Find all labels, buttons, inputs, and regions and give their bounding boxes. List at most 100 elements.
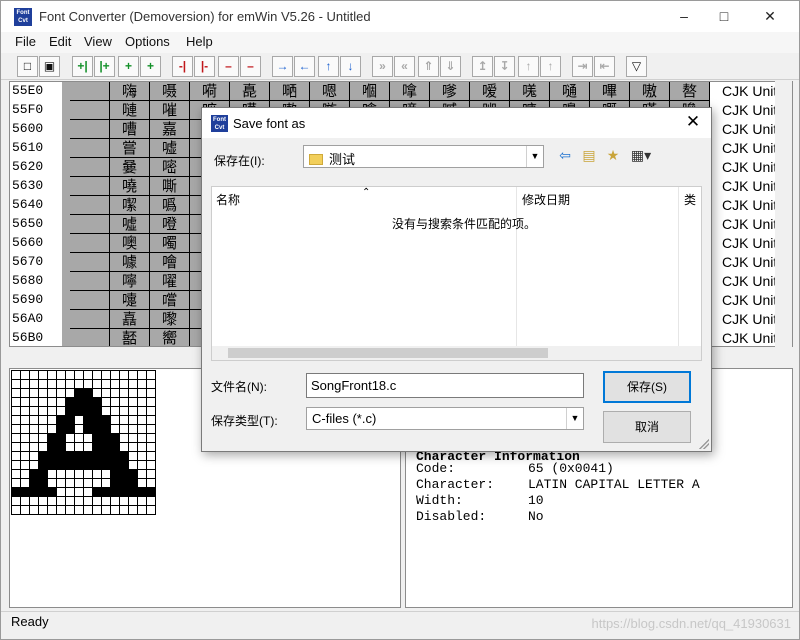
- glyph-cell[interactable]: 嘗: [110, 139, 150, 158]
- glyph-cell[interactable]: [70, 234, 110, 253]
- plus-top-icon[interactable]: +: [118, 56, 139, 77]
- glyph-cell[interactable]: 嘵: [110, 177, 150, 196]
- glyph-cell[interactable]: 嚞: [110, 310, 150, 329]
- new-folder-icon[interactable]: ★: [602, 144, 624, 166]
- glyph-cell[interactable]: 噢: [110, 234, 150, 253]
- align-bottom-icon[interactable]: ↧: [494, 56, 515, 77]
- save-in-combo[interactable]: 测试 ▼: [303, 145, 544, 168]
- move-down-icon[interactable]: ⇓: [440, 56, 461, 77]
- align-left-icon[interactable]: ⇤: [594, 56, 615, 77]
- glyph-cell[interactable]: [70, 272, 110, 291]
- filename-input[interactable]: [307, 374, 583, 397]
- glyph-cell[interactable]: 嚁: [150, 272, 190, 291]
- glyph-cell[interactable]: [70, 291, 110, 310]
- grid-vertical-scrollbar[interactable]: [775, 81, 792, 347]
- move-up-icon[interactable]: ⇑: [418, 56, 439, 77]
- bitmap-pixel[interactable]: [146, 505, 156, 515]
- up-folder-icon[interactable]: ▤: [578, 144, 600, 166]
- glyph-cell[interactable]: 嗶: [590, 82, 630, 101]
- glyph-cell[interactable]: 嗹: [110, 101, 150, 120]
- menu-edit[interactable]: Edit: [49, 34, 71, 49]
- glyph-cell[interactable]: 嗮: [270, 82, 310, 101]
- glyph-cell[interactable]: 噓: [110, 215, 150, 234]
- glyph-cell[interactable]: 嘈: [110, 120, 150, 139]
- glyph-cell[interactable]: 嚭: [110, 329, 150, 346]
- align-top-icon[interactable]: ↥: [472, 56, 493, 77]
- move-right-icon[interactable]: »: [372, 56, 393, 77]
- file-list-scrollbar[interactable]: [212, 346, 701, 360]
- minus-left-icon[interactable]: -|: [172, 56, 193, 77]
- glyph-cell[interactable]: [70, 253, 110, 272]
- glyph-cell[interactable]: 嗷: [630, 82, 670, 101]
- menu-help[interactable]: Help: [186, 34, 213, 49]
- glyph-cell[interactable]: 嗵: [550, 82, 590, 101]
- glyph-cell[interactable]: [70, 310, 110, 329]
- glyph-cell[interactable]: [70, 120, 110, 139]
- glyph-cell[interactable]: 噔: [150, 215, 190, 234]
- col-name-header[interactable]: 名称: [216, 191, 240, 208]
- arrow-down-icon[interactable]: ↓: [340, 56, 361, 77]
- glyph-cell[interactable]: 嚀: [110, 272, 150, 291]
- glyph-cell[interactable]: [70, 177, 110, 196]
- glyph-cell[interactable]: 嗺: [150, 101, 190, 120]
- glyph-cell[interactable]: 嗲: [430, 82, 470, 101]
- glyph-cell[interactable]: 嘉: [150, 120, 190, 139]
- glyph-cell[interactable]: [70, 139, 110, 158]
- glyph-cell[interactable]: [70, 215, 110, 234]
- plus-right-icon[interactable]: |+: [94, 56, 115, 77]
- save-icon[interactable]: ▣: [39, 56, 60, 77]
- minus-bottom-icon[interactable]: –: [240, 56, 261, 77]
- align-right-icon[interactable]: ⇥: [572, 56, 593, 77]
- glyph-cell[interactable]: 嚐: [150, 291, 190, 310]
- scroll-thumb[interactable]: [228, 348, 548, 358]
- glyph-cell[interactable]: [70, 101, 110, 120]
- chevron-down-icon[interactable]: ▼: [566, 408, 583, 429]
- resize-grip[interactable]: [699, 439, 709, 449]
- glyph-cell[interactable]: 嘧: [150, 158, 190, 177]
- glyph-cell[interactable]: 嗱: [390, 82, 430, 101]
- glyph-cell[interactable]: 嗫: [150, 82, 190, 101]
- dialog-close-icon[interactable]: ✕: [681, 112, 705, 132]
- save-button[interactable]: 保存(S): [603, 371, 691, 403]
- cancel-button[interactable]: 取消: [603, 411, 691, 443]
- glyph-cell[interactable]: 嘶: [150, 177, 190, 196]
- glyph-cell[interactable]: 嚮: [150, 329, 190, 346]
- arrow-right-icon[interactable]: →: [272, 56, 293, 77]
- glyph-cell[interactable]: 噄: [110, 196, 150, 215]
- filename-field[interactable]: [306, 373, 584, 398]
- col-type-header[interactable]: 类: [684, 191, 696, 208]
- glyph-cell[interactable]: 嗭: [230, 82, 270, 101]
- glyph-cell[interactable]: 噱: [110, 253, 150, 272]
- filetype-combo[interactable]: C-files (*.c) ▼: [306, 407, 584, 430]
- menu-file[interactable]: File: [15, 34, 36, 49]
- menu-options[interactable]: Options: [125, 34, 170, 49]
- new-file-icon[interactable]: □: [17, 56, 38, 77]
- glyph-cell[interactable]: 噲: [150, 253, 190, 272]
- align-down-icon[interactable]: ↑: [540, 56, 561, 77]
- glyph-cell[interactable]: [70, 82, 110, 101]
- glyph-cell[interactable]: 嗴: [510, 82, 550, 101]
- menu-view[interactable]: View: [84, 34, 112, 49]
- col-date-header[interactable]: 修改日期: [522, 191, 570, 208]
- filter-icon[interactable]: ▽: [626, 56, 647, 77]
- glyph-cell[interactable]: 噣: [150, 234, 190, 253]
- glyph-cell[interactable]: 噅: [150, 196, 190, 215]
- glyph-cell[interactable]: 嚏: [110, 291, 150, 310]
- glyph-cell[interactable]: 嗨: [110, 82, 150, 101]
- glyph-cell[interactable]: [70, 158, 110, 177]
- glyph-cell[interactable]: 嗰: [350, 82, 390, 101]
- close-icon[interactable]: ✕: [747, 1, 793, 32]
- align-up-icon[interactable]: ↑: [518, 56, 539, 77]
- plus-left-icon[interactable]: +|: [72, 56, 93, 77]
- glyph-cell[interactable]: 嗸: [670, 82, 710, 101]
- back-icon[interactable]: ⇦: [554, 144, 576, 166]
- arrow-left-icon[interactable]: ←: [294, 56, 315, 77]
- arrow-up-icon[interactable]: ↑: [318, 56, 339, 77]
- glyph-cell[interactable]: 嘘: [150, 139, 190, 158]
- file-list[interactable]: 名称 ⌃ 修改日期 类 没有与搜索条件匹配的项。: [211, 186, 702, 361]
- plus-bottom-icon[interactable]: +: [140, 56, 161, 77]
- maximize-icon[interactable]: □: [701, 1, 747, 32]
- view-menu-icon[interactable]: ▦▾: [626, 144, 656, 166]
- chevron-down-icon[interactable]: ▼: [526, 146, 543, 167]
- minus-right-icon[interactable]: |-: [194, 56, 215, 77]
